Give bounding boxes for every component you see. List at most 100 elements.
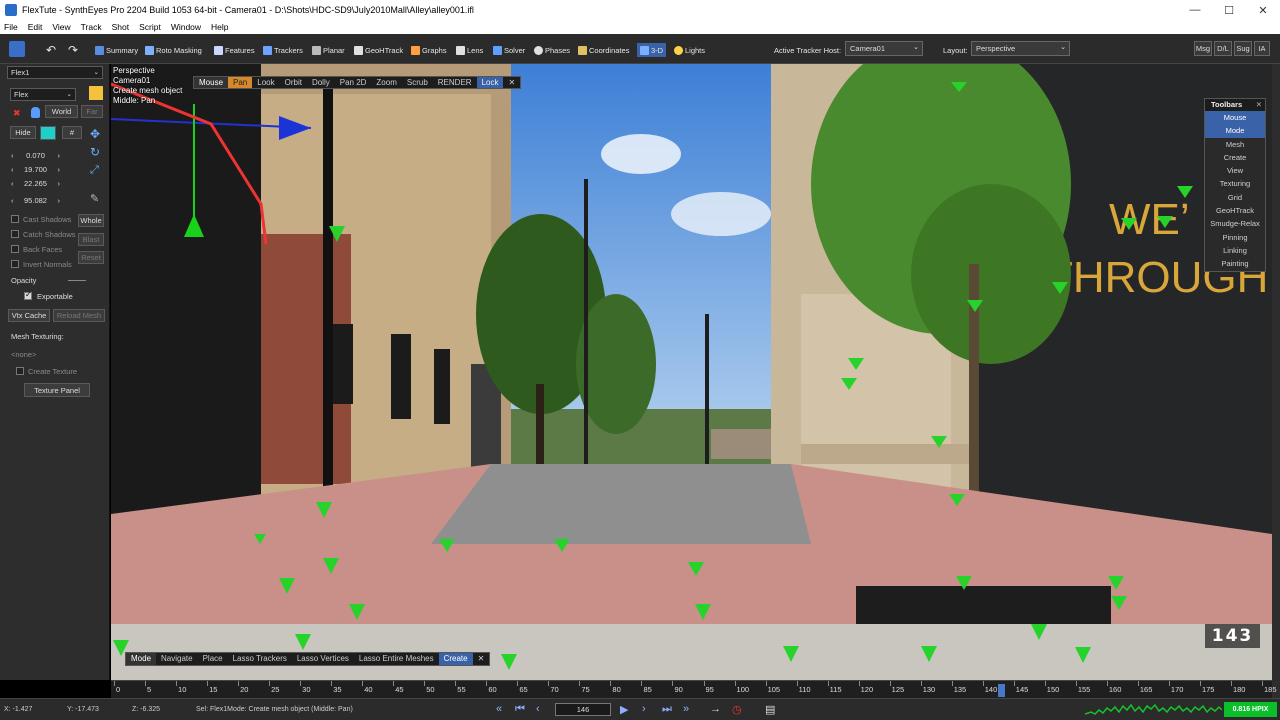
value-row-3[interactable]: ‹ 22.265 ›: [11, 179, 60, 188]
lasso-trackers-button[interactable]: Lasso Trackers: [228, 653, 292, 665]
toolbar-item-mesh[interactable]: Mesh: [1205, 138, 1265, 151]
room-planar-button[interactable]: Planar: [312, 43, 345, 57]
toolbar-item-painting[interactable]: Painting: [1205, 257, 1265, 270]
whole-button[interactable]: Whole: [78, 214, 104, 227]
create-button[interactable]: Create: [438, 653, 473, 665]
scale-icon[interactable]: ⤢: [90, 164, 99, 177]
toolbar-item-linking[interactable]: Linking: [1205, 244, 1265, 257]
next-frame-icon[interactable]: ›: [642, 703, 646, 715]
play-icon[interactable]: ▶: [620, 703, 628, 716]
close-icon[interactable]: ✕: [473, 653, 490, 665]
dolly-button[interactable]: Dolly: [307, 77, 335, 88]
catch-shadows-checkbox[interactable]: [11, 230, 19, 238]
lock-mesh-icon[interactable]: [31, 107, 40, 118]
frame-field[interactable]: 146: [555, 703, 611, 716]
room-phases-button[interactable]: Phases: [534, 43, 570, 57]
invert-normals-checkbox[interactable]: [11, 260, 19, 268]
room-geohtrack-button[interactable]: GeoHTrack: [354, 43, 403, 57]
room-roto-button[interactable]: Roto Masking: [145, 43, 202, 57]
tracker-host-select[interactable]: Camera01 ⌄: [845, 41, 923, 56]
type-select[interactable]: Flex ⌄: [10, 88, 76, 101]
toolbar-item-pinning[interactable]: Pinning: [1205, 231, 1265, 244]
far-button[interactable]: Far: [81, 105, 103, 118]
menu-view[interactable]: View: [52, 22, 70, 32]
world-button[interactable]: World: [45, 105, 78, 118]
room-features-button[interactable]: Features: [214, 43, 255, 57]
arrow-right-icon[interactable]: →: [710, 703, 721, 715]
maximize-button[interactable]: ☐: [1212, 0, 1246, 20]
move-icon[interactable]: ✥: [90, 127, 100, 141]
reset-button[interactable]: Reset: [78, 251, 104, 264]
ia-button[interactable]: IA: [1254, 41, 1270, 56]
blast-button[interactable]: Blast: [78, 233, 104, 246]
lock-button[interactable]: Lock: [476, 77, 504, 88]
save-icon[interactable]: [9, 41, 25, 57]
lasso-entire-meshes-button[interactable]: Lasso Entire Meshes: [354, 653, 439, 665]
perspective-viewport[interactable]: WE’ THROUGH Perspective Camera01 Create …: [111, 64, 1272, 680]
msg-button[interactable]: Msg: [1194, 41, 1212, 56]
close-button[interactable]: ✕: [1246, 0, 1280, 20]
place-button[interactable]: Place: [198, 653, 228, 665]
timeline-playhead[interactable]: [998, 684, 1006, 697]
look-button[interactable]: Look: [252, 77, 279, 88]
color-swatch[interactable]: [40, 126, 56, 140]
timeline-bar[interactable]: 0 5 10 15 20 25 30 35 40 45 50 55 60 65 70 75 80 85 90 95 10…: [111, 680, 1277, 698]
menu-shot[interactable]: Shot: [112, 22, 130, 32]
toolbar-item-mode[interactable]: Mode: [1205, 124, 1265, 138]
menu-track[interactable]: Track: [81, 22, 102, 32]
menu-window[interactable]: Window: [171, 22, 201, 32]
value-row-2[interactable]: ‹ 19.700 ›: [11, 165, 60, 174]
redo-icon[interactable]: ↷: [68, 43, 78, 57]
minimize-button[interactable]: —: [1178, 0, 1212, 20]
back-faces-checkbox[interactable]: [11, 245, 19, 253]
lock-icon[interactable]: [89, 86, 103, 100]
navigate-button[interactable]: Navigate: [156, 653, 198, 665]
undo-icon[interactable]: ↶: [46, 43, 56, 57]
cast-shadows-checkbox[interactable]: [11, 215, 19, 223]
room-trackers-button[interactable]: Trackers: [263, 43, 303, 57]
room-3d-button[interactable]: 3-D: [637, 43, 667, 57]
orbit-button[interactable]: Orbit: [280, 77, 307, 88]
hash-button[interactable]: #: [62, 126, 82, 139]
hide-button[interactable]: Hide: [10, 126, 36, 139]
go-to-end-icon[interactable]: ⏭: [662, 703, 672, 716]
previous-frame-icon[interactable]: ‹: [536, 703, 540, 715]
menu-script[interactable]: Script: [139, 22, 161, 32]
toolbar-item-texturing[interactable]: Texturing: [1205, 177, 1265, 190]
toolbar-item-geohtrack[interactable]: GeoHTrack: [1205, 204, 1265, 217]
rewind-icon[interactable]: «: [496, 703, 502, 715]
create-texture-checkbox[interactable]: [16, 367, 24, 375]
sug-button[interactable]: Sug: [1234, 41, 1252, 56]
close-icon[interactable]: ✕: [503, 77, 520, 88]
pan-2d-button[interactable]: Pan 2D: [335, 77, 372, 88]
dl-button[interactable]: D/L: [1214, 41, 1232, 56]
lasso-vertices-button[interactable]: Lasso Vertices: [292, 653, 354, 665]
exportable-checkbox[interactable]: [24, 290, 32, 300]
toolbar-item-mouse[interactable]: Mouse: [1205, 111, 1265, 125]
pan-button[interactable]: Pan: [228, 77, 253, 88]
room-coordinates-button[interactable]: Coordinates: [578, 43, 629, 57]
fast-forward-icon[interactable]: »: [683, 703, 689, 715]
toolbar-item-smudge-relax[interactable]: Smudge-Relax: [1205, 217, 1265, 230]
menu-edit[interactable]: Edit: [28, 22, 43, 32]
eyedropper-icon[interactable]: ✎: [90, 192, 99, 205]
room-summary-button[interactable]: Summary: [95, 43, 138, 57]
opacity-slider[interactable]: [68, 280, 86, 281]
zoom-button[interactable]: Zoom: [371, 77, 401, 88]
toolbar-item-view[interactable]: View: [1205, 164, 1265, 177]
delete-icon[interactable]: ✖: [13, 108, 21, 119]
vtx-cache-button[interactable]: Vtx Cache: [8, 309, 50, 322]
value-row-4[interactable]: ‹ 95.082 ›: [11, 196, 60, 205]
value-row-1[interactable]: ‹ 0.070 ›: [11, 151, 60, 160]
go-to-start-icon[interactable]: ⏮: [515, 703, 525, 716]
room-solver-button[interactable]: Solver: [493, 43, 525, 57]
layout-icon[interactable]: ▤: [765, 703, 775, 716]
texture-panel-button[interactable]: Texture Panel: [24, 383, 90, 397]
layout-select[interactable]: Perspective ⌄: [971, 41, 1070, 56]
room-graphs-button[interactable]: Graphs: [411, 43, 447, 57]
render-button[interactable]: RENDER: [433, 77, 477, 88]
room-lights-button[interactable]: Lights: [674, 43, 705, 57]
menu-help[interactable]: Help: [211, 22, 228, 32]
scrub-button[interactable]: Scrub: [402, 77, 433, 88]
menu-file[interactable]: File: [4, 22, 18, 32]
